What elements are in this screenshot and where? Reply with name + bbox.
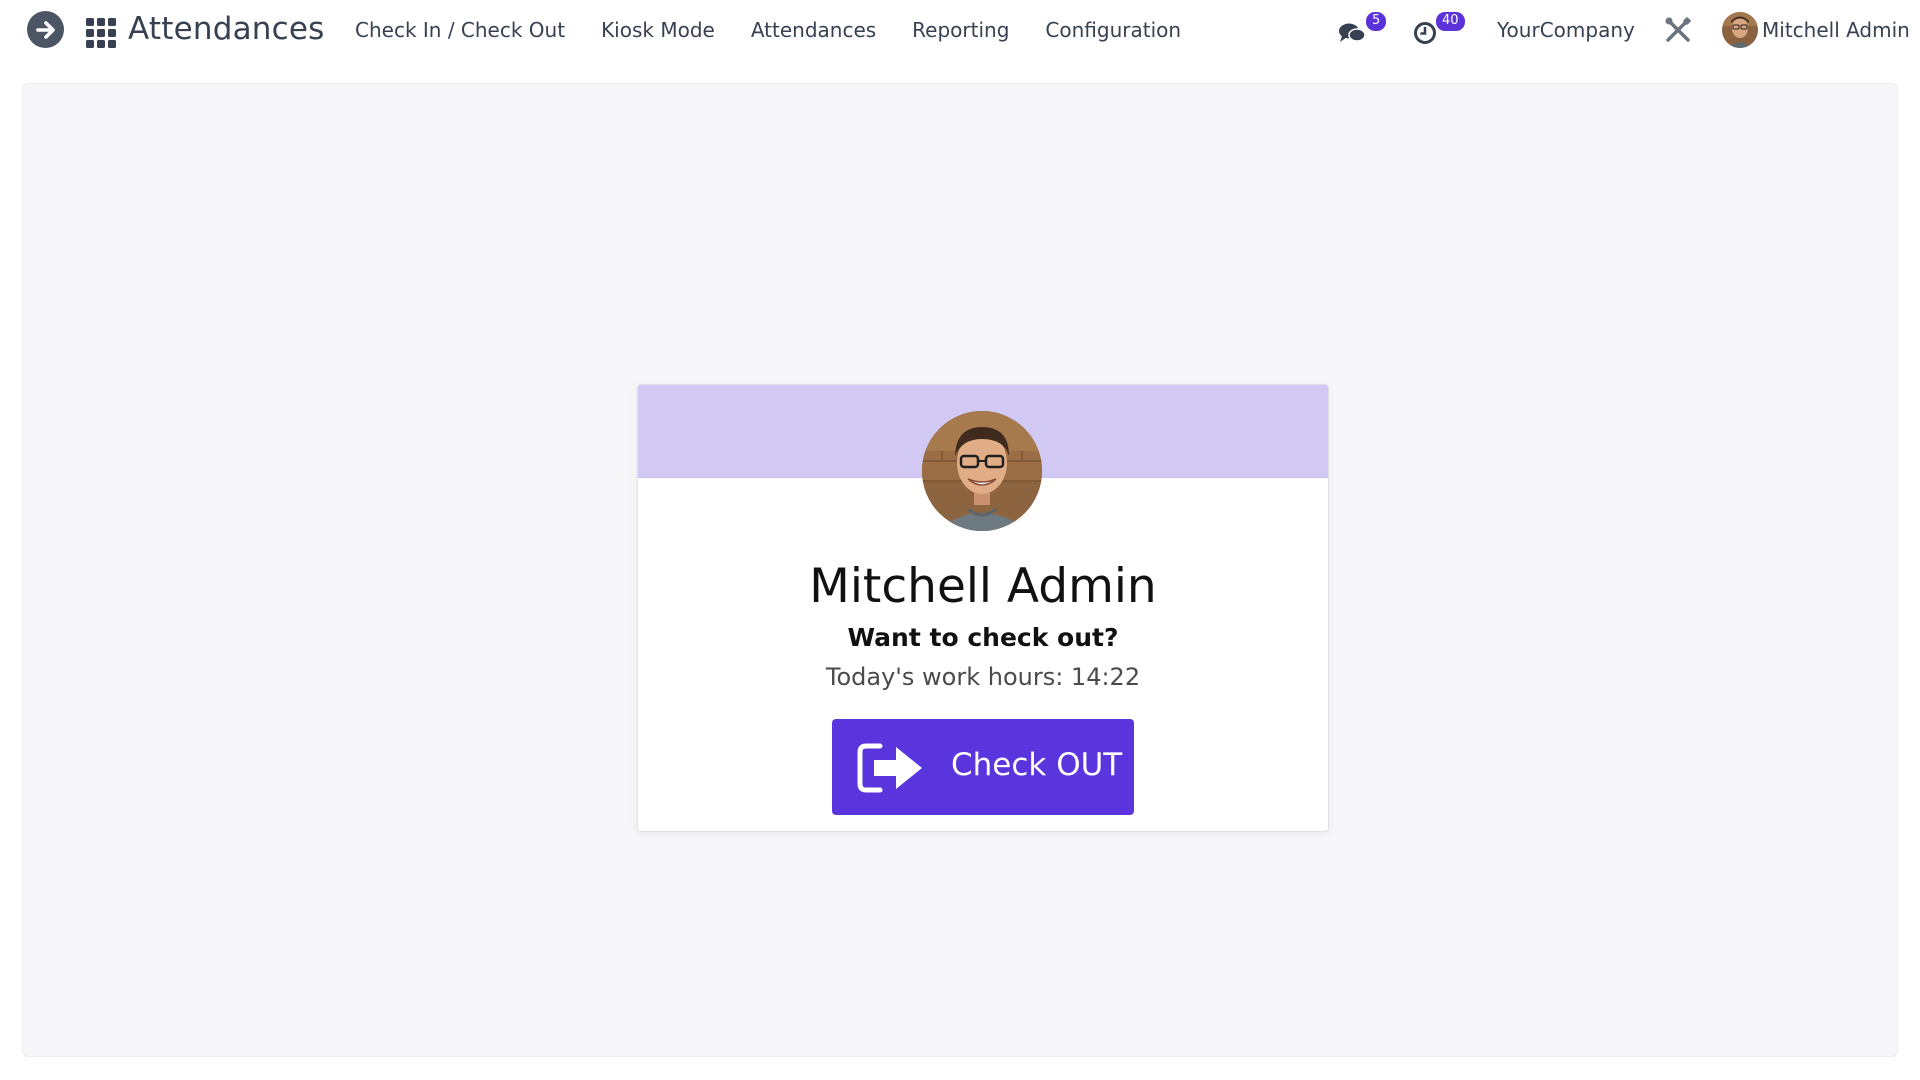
employee-avatar xyxy=(922,411,1042,531)
menu-check-in-check-out[interactable]: Check In / Check Out xyxy=(355,18,565,42)
user-menu[interactable]: Mitchell Admin xyxy=(1722,0,1910,59)
check-out-button[interactable]: Check OUT xyxy=(832,719,1134,815)
work-hours: Today's work hours: 14:22 xyxy=(825,663,1141,691)
menu-kiosk-mode[interactable]: Kiosk Mode xyxy=(601,18,715,42)
attendance-card: Mitchell Admin Want to check out? Today'… xyxy=(637,384,1329,832)
check-out-button-label: Check OUT xyxy=(951,747,1123,783)
debug-tools[interactable] xyxy=(1664,0,1692,59)
menu-configuration[interactable]: Configuration xyxy=(1045,18,1181,42)
tools-icon xyxy=(1665,16,1691,42)
menu-attendances[interactable]: Attendances xyxy=(751,18,876,42)
apps-grid-icon[interactable] xyxy=(84,16,116,48)
activities-count-badge: 40 xyxy=(1436,12,1465,31)
menu-reporting[interactable]: Reporting xyxy=(912,18,1009,42)
clock-icon xyxy=(1414,21,1436,44)
activities-menu[interactable]: 40 xyxy=(1413,0,1473,59)
user-name: Mitchell Admin xyxy=(1762,17,1910,42)
messages-menu[interactable]: 5 xyxy=(1338,0,1392,59)
avatar xyxy=(1722,11,1758,48)
main-content: Mitchell Admin Want to check out? Today'… xyxy=(22,83,1898,1057)
main-menu: Check In / Check Out Kiosk Mode Attendan… xyxy=(355,0,1217,59)
company-switcher[interactable]: YourCompany xyxy=(1497,0,1635,59)
back-arrow-icon[interactable] xyxy=(27,11,64,48)
company-name: YourCompany xyxy=(1497,17,1635,42)
employee-name: Mitchell Admin xyxy=(809,559,1157,614)
app-title[interactable]: Attendances xyxy=(128,8,324,50)
check-out-question: Want to check out? xyxy=(847,623,1119,652)
sign-out-icon xyxy=(857,743,922,793)
messages-count-badge: 5 xyxy=(1366,12,1387,31)
chat-icon xyxy=(1339,23,1366,42)
top-navbar: Attendances Check In / Check Out Kiosk M… xyxy=(0,0,1920,59)
